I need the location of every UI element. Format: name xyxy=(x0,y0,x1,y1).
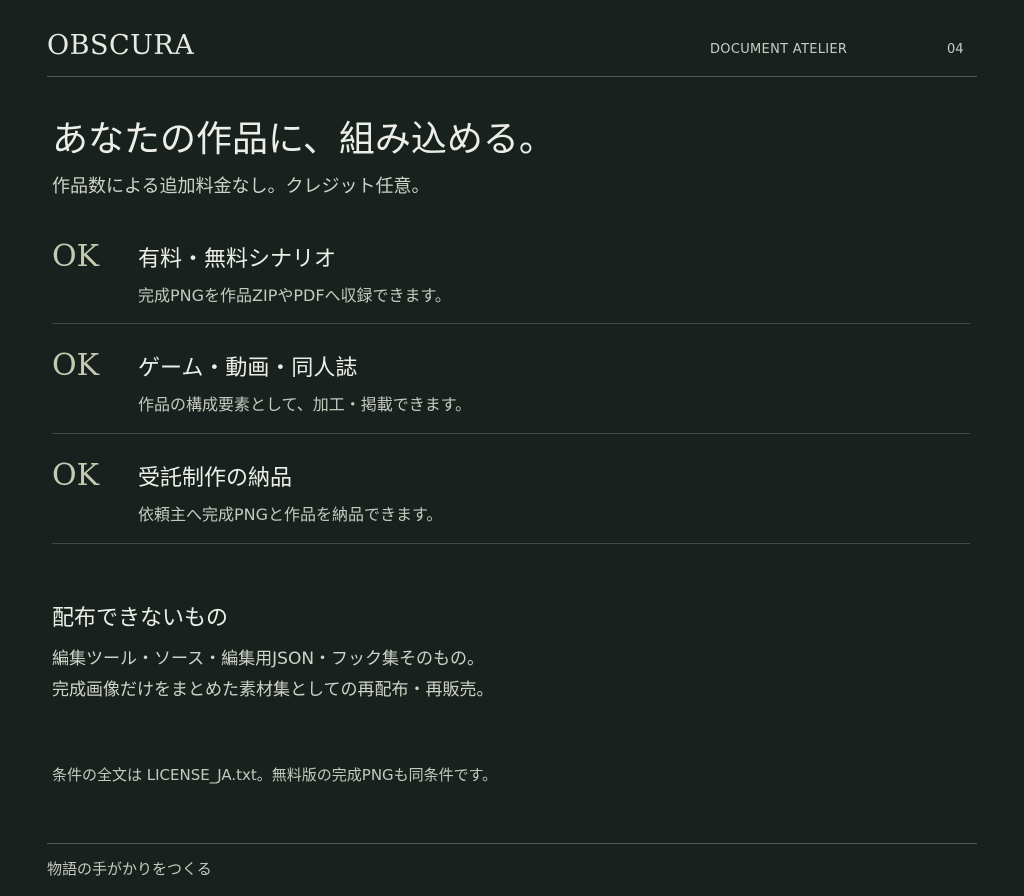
license-note: 条件の全文は LICENSE_JA.txt。無料版の完成PNGも同条件です。 xyxy=(52,766,498,784)
permission-item: OK 受託制作の納品 依頼主へ完成PNGと作品を納品できます。 xyxy=(52,434,970,544)
restriction-line: 編集ツール・ソース・編集用JSON・フック集そのもの。 xyxy=(52,649,485,669)
permission-description: 完成PNGを作品ZIPやPDFへ収録できます。 xyxy=(138,286,451,305)
permission-item: OK 有料・無料シナリオ 完成PNGを作品ZIPやPDFへ収録できます。 xyxy=(52,215,970,324)
restriction-line: 完成画像だけをまとめた素材集としての再配布・再販売。 xyxy=(52,680,494,700)
header-label: DOCUMENT ATELIER xyxy=(710,42,848,57)
permission-heading: 有料・無料シナリオ xyxy=(138,247,337,272)
permission-heading: ゲーム・動画・同人誌 xyxy=(138,356,358,381)
header-divider xyxy=(47,76,977,77)
ok-badge: OK xyxy=(52,239,100,274)
footer-divider xyxy=(47,843,977,844)
page-subtitle: 作品数による追加料金なし。クレジット任意。 xyxy=(52,176,430,197)
permission-description: 作品の構成要素として、加工・掲載できます。 xyxy=(138,395,472,414)
ok-badge: OK xyxy=(52,458,100,493)
permission-list: OK 有料・無料シナリオ 完成PNGを作品ZIPやPDFへ収録できます。 OK … xyxy=(52,215,970,544)
permission-item: OK ゲーム・動画・同人誌 作品の構成要素として、加工・掲載できます。 xyxy=(52,324,970,434)
brand-logo: OBSCURA xyxy=(47,30,195,61)
permission-description: 依頼主へ完成PNGと作品を納品できます。 xyxy=(138,505,443,524)
ok-badge: OK xyxy=(52,348,100,383)
restrictions-heading: 配布できないもの xyxy=(52,606,229,631)
page-number: 04 xyxy=(947,42,964,57)
footer-tagline: 物語の手がかりをつくる xyxy=(47,860,212,878)
page-title: あなたの作品に、組み込める。 xyxy=(52,119,555,160)
permission-heading: 受託制作の納品 xyxy=(138,466,293,491)
